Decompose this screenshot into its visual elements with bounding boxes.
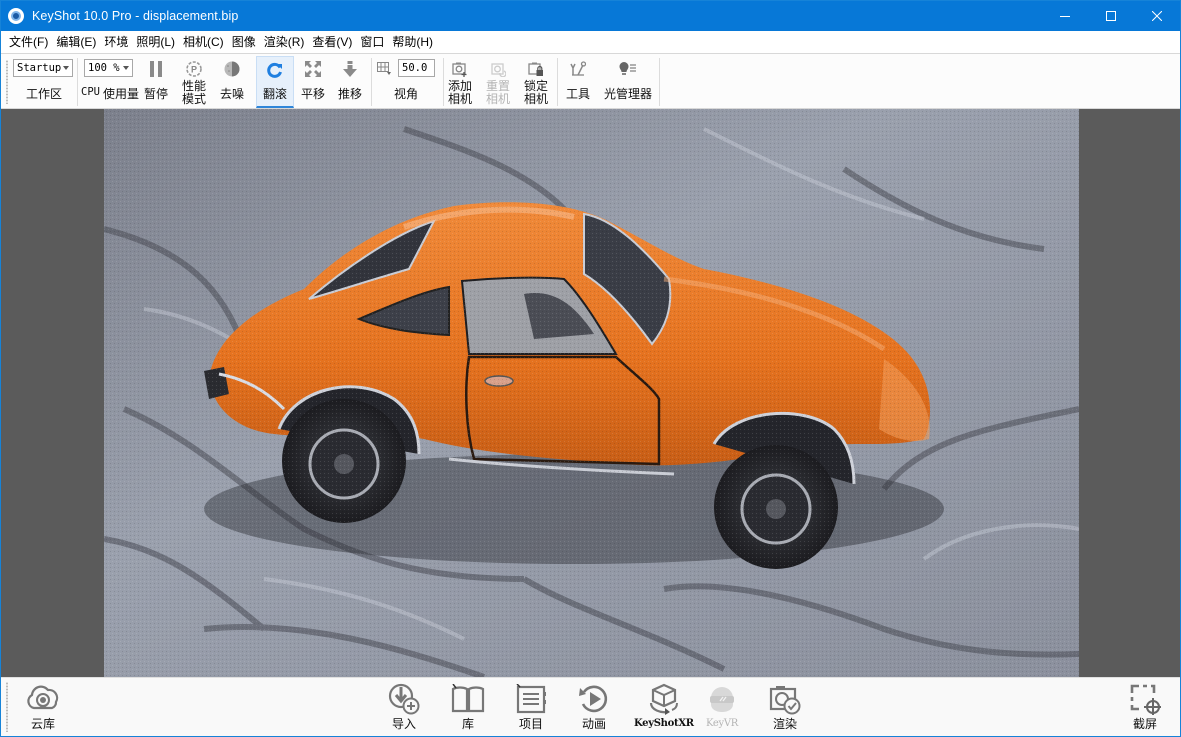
toolbar: Startup 工作区 100 % CPU 使用量 暂停 P 性能 模式 去噪 …	[1, 53, 1180, 109]
title-bar[interactable]: KeyShot 10.0 Pro - displacement.bip	[1, 1, 1180, 31]
menu-environment[interactable]: 环境	[100, 31, 132, 53]
menu-bar: 文件(F) 编辑(E) 环境 照明(L) 相机(C) 图像 渲染(R) 查看(V…	[1, 31, 1180, 53]
project-list-icon	[511, 682, 551, 716]
pause-icon	[149, 59, 163, 79]
tools-button[interactable]: 工具	[563, 56, 593, 108]
denoise-icon	[224, 59, 240, 79]
performance-mode-icon: P	[186, 59, 202, 79]
realtime-render-image[interactable]	[104, 109, 1079, 677]
render-viewport[interactable]	[1, 109, 1180, 677]
render-button[interactable]: 渲染	[765, 682, 805, 731]
cpu-usage-select[interactable]: 100 %	[84, 59, 133, 77]
field-of-view-label: 视角	[394, 87, 419, 101]
toolbar-divider	[659, 58, 660, 106]
screenshot-icon	[1125, 682, 1165, 716]
toolbar-grip[interactable]	[6, 60, 8, 104]
menu-render[interactable]: 渲染(R)	[260, 31, 309, 53]
minimize-icon	[1060, 16, 1070, 17]
reset-camera-icon	[490, 59, 506, 79]
cpu-usage-label: 使用量	[103, 87, 140, 101]
menu-view[interactable]: 查看(V)	[308, 31, 356, 53]
import-button[interactable]: 导入	[384, 682, 424, 731]
import-icon	[384, 682, 424, 716]
menu-lighting[interactable]: 照明(L)	[132, 31, 179, 53]
render-scene	[104, 109, 1079, 677]
window-controls	[1042, 1, 1180, 31]
workspace-select[interactable]: Startup	[13, 59, 73, 77]
ribbon-grip[interactable]	[6, 682, 8, 732]
tumble-icon	[267, 60, 283, 80]
project-button[interactable]: 项目	[511, 682, 551, 731]
close-button[interactable]	[1134, 1, 1180, 31]
library-button[interactable]: 库	[448, 682, 488, 731]
light-manager-button[interactable]: 光管理器	[601, 56, 655, 108]
keyvr-button[interactable]: KeyVR	[702, 682, 742, 731]
svg-text:P: P	[191, 65, 197, 75]
dolly-icon	[343, 59, 357, 79]
pause-button[interactable]: 暂停	[139, 56, 173, 108]
cloud-library-icon	[23, 682, 63, 716]
cloud-library-button[interactable]: 云库	[23, 682, 63, 731]
library-book-icon	[448, 682, 488, 716]
pan-button[interactable]: 平移	[297, 56, 329, 108]
keyshot-window: KeyShot 10.0 Pro - displacement.bip 文件(F…	[0, 0, 1181, 737]
close-icon	[1152, 11, 1162, 21]
menu-edit[interactable]: 编辑(E)	[52, 31, 100, 53]
window-title: KeyShot 10.0 Pro - displacement.bip	[32, 9, 239, 23]
dolly-button[interactable]: 推移	[334, 56, 366, 108]
cpu-label-prefix: CPU	[81, 86, 100, 98]
pan-icon	[305, 59, 321, 79]
toolbar-divider	[371, 58, 372, 106]
keyshotxr-cube-icon	[644, 682, 684, 716]
menu-image[interactable]: 图像	[228, 31, 260, 53]
cpu-usage-value: 100 %	[88, 62, 120, 74]
vr-headset-icon	[702, 682, 742, 716]
add-camera-button[interactable]: 添加 相机	[445, 56, 475, 108]
denoise-button[interactable]: 去噪	[215, 56, 249, 108]
workspace-value: Startup	[17, 62, 62, 74]
light-manager-icon	[619, 59, 637, 79]
perspective-grid-icon	[377, 61, 391, 78]
reset-camera-button[interactable]: 重置 相机	[483, 56, 513, 108]
toolbar-divider	[557, 58, 558, 106]
maximize-button[interactable]	[1088, 1, 1134, 31]
toolbar-divider	[77, 58, 78, 106]
lock-camera-button[interactable]: 锁定 相机	[521, 56, 551, 108]
lock-camera-icon	[528, 59, 544, 79]
toolbar-divider	[443, 58, 444, 106]
maximize-icon	[1106, 11, 1116, 21]
menu-help[interactable]: 帮助(H)	[388, 31, 437, 53]
performance-mode-button[interactable]: P 性能 模式	[177, 56, 211, 108]
keyshotxr-button[interactable]: KeyShotXR	[634, 682, 694, 731]
menu-file[interactable]: 文件(F)	[5, 31, 52, 53]
animation-button[interactable]: 动画	[574, 682, 614, 731]
chevron-down-icon	[123, 66, 129, 70]
bottom-ribbon: 云库 导入 库 项目 动画 KeyShotXR KeyVR 渲染 截屏	[1, 677, 1180, 736]
tools-icon	[570, 59, 586, 79]
menu-camera[interactable]: 相机(C)	[179, 31, 228, 53]
add-camera-icon	[452, 59, 468, 79]
field-of-view-input[interactable]	[398, 59, 435, 77]
screenshot-button[interactable]: 截屏	[1125, 682, 1165, 731]
tumble-button[interactable]: 翻滚	[256, 56, 294, 108]
animation-play-icon	[574, 682, 614, 716]
minimize-button[interactable]	[1042, 1, 1088, 31]
keyshot-app-icon[interactable]	[8, 8, 24, 24]
chevron-down-icon	[63, 66, 69, 70]
menu-window[interactable]: 窗口	[356, 31, 388, 53]
workspace-label: 工作区	[26, 87, 63, 101]
render-camera-icon	[765, 682, 805, 716]
